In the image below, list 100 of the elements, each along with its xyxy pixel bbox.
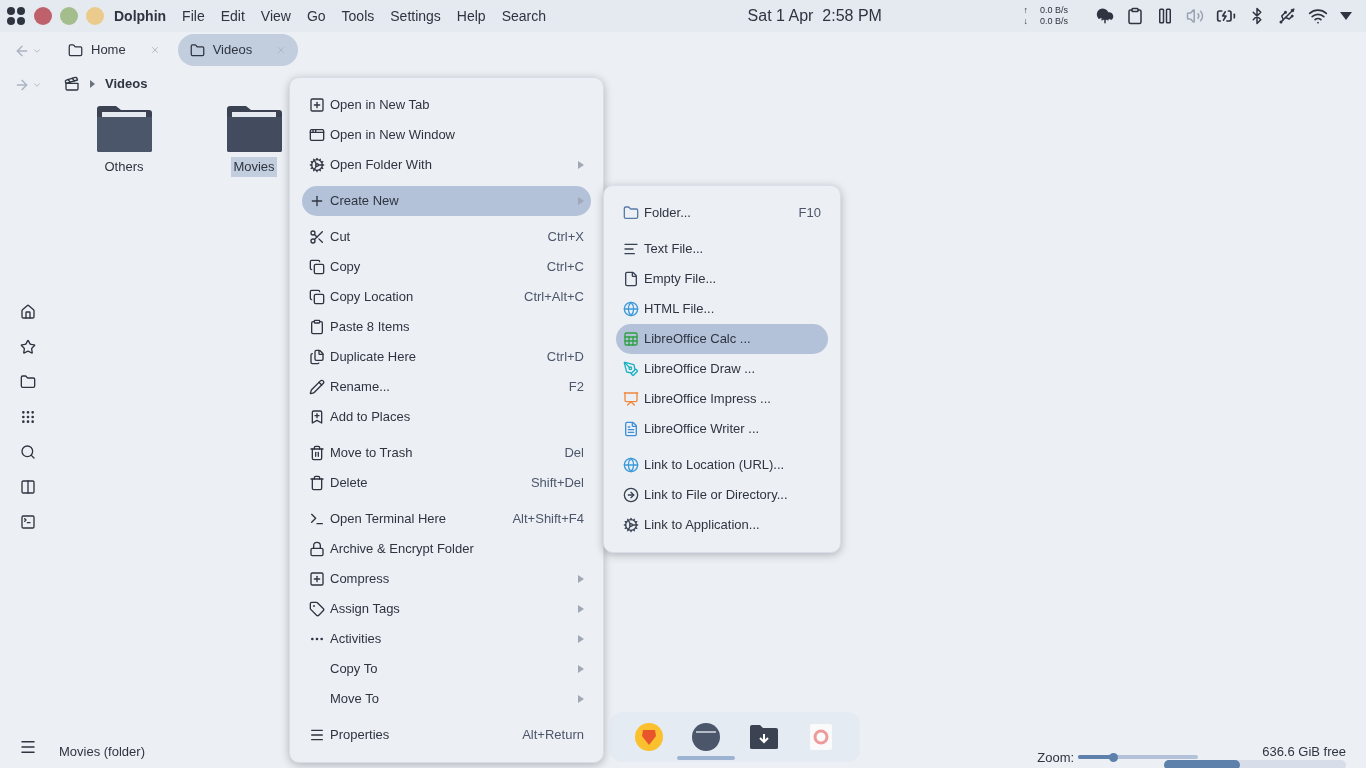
folder-icon [189, 42, 205, 58]
tab[interactable]: Home [56, 34, 172, 66]
menu-bar-item[interactable]: Tools [341, 5, 375, 27]
lines-icon [309, 727, 325, 743]
star-icon[interactable] [20, 339, 36, 355]
bookmark-plus-icon [309, 409, 325, 425]
menu-item[interactable]: Duplicate Here Ctrl+D [302, 342, 591, 372]
back-icon [14, 43, 30, 59]
breadcrumb-item[interactable]: Videos [105, 74, 148, 94]
menu-item[interactable]: Link to Location (URL)... [616, 450, 828, 480]
menu-item[interactable]: Activities [302, 624, 591, 654]
close-window-button[interactable] [34, 7, 52, 25]
net-rate: 0.0 B/s [1040, 5, 1068, 16]
menu-item[interactable]: Copy Ctrl+C [302, 252, 591, 282]
forward-icon [14, 77, 30, 93]
menu-bar-item[interactable]: File [182, 5, 205, 27]
menu-item-label: Text File... [644, 240, 704, 259]
menu-item[interactable]: Move To [302, 684, 591, 714]
menu-item[interactable]: LibreOffice Draw ... [616, 354, 828, 384]
menu-bar-item[interactable]: View [260, 5, 291, 27]
menu-item[interactable]: Open in New Tab [302, 90, 591, 120]
menu-item[interactable]: Create New [302, 186, 591, 216]
free-space-label: 636.6 GiB free [1262, 742, 1346, 761]
menu-item[interactable]: Link to File or Directory... [616, 480, 828, 510]
menu-item-label: Delete [330, 474, 368, 493]
terminal-icon[interactable] [20, 514, 36, 530]
dropdown-icon[interactable] [1340, 12, 1352, 20]
folder-item[interactable]: Movies [214, 105, 294, 177]
trash-icon [309, 475, 325, 491]
plus-icon [309, 193, 325, 209]
menu-item[interactable]: Link to Application... [616, 510, 828, 540]
menu-item-label: Cut [330, 228, 351, 247]
menu-item[interactable]: Copy Location Ctrl+Alt+C [302, 282, 591, 312]
menu-item-label: LibreOffice Draw ... [644, 360, 756, 379]
menu-item-label: Empty File... [644, 270, 717, 289]
net-arrow: ↑ [1023, 5, 1028, 16]
menu-item[interactable]: Archive & Encrypt Folder [302, 534, 591, 564]
menu-item-label: Create New [330, 192, 399, 211]
shortcut-label: Ctrl+Alt+C [524, 288, 584, 307]
folder-icon [68, 42, 83, 58]
menu-item-label: Assign Tags [330, 600, 400, 619]
menu-item-label: Open Terminal Here [330, 510, 447, 529]
wifi-icon [1308, 6, 1328, 26]
menu-item[interactable]: Add to Places [302, 402, 591, 432]
menu-item-label: Open in New Window [330, 126, 455, 145]
home-icon[interactable] [20, 304, 36, 320]
menu-item[interactable]: Delete Shift+Del [302, 468, 591, 498]
terminal-icon [309, 511, 325, 527]
menu-item[interactable]: Folder... F10 [616, 198, 828, 228]
zoom-slider[interactable] [1078, 752, 1199, 763]
menu-bar-item[interactable]: Search [501, 5, 546, 27]
menu-item[interactable]: Paste 8 Items [302, 312, 591, 342]
menu-item[interactable]: Empty File... [616, 264, 828, 294]
menu-bar-item[interactable]: Settings [390, 5, 441, 27]
menu-item-label: Move To [330, 690, 379, 709]
menu-item[interactable]: Open Terminal Here Alt+Shift+F4 [302, 504, 591, 534]
app-grid-icon[interactable] [6, 6, 26, 26]
menu-item-label: Move to Trash [330, 444, 413, 463]
shortcut-label: Alt+Shift+F4 [512, 510, 584, 529]
menu-item[interactable]: LibreOffice Calc ... [616, 324, 828, 354]
menu-item-label: Properties [330, 726, 390, 745]
shortcut-label: F2 [568, 378, 584, 397]
folder-icon[interactable] [20, 374, 36, 390]
menu-item[interactable]: Properties Alt+Return [302, 720, 591, 750]
menu-item[interactable]: Move to Trash Del [302, 438, 591, 468]
menu-item[interactable]: Open Folder With [302, 150, 591, 180]
shortcut-label: Ctrl+D [546, 348, 584, 367]
menu-icon [19, 738, 37, 756]
menu-item[interactable]: Cut Ctrl+X [302, 222, 591, 252]
tab[interactable]: Videos [177, 34, 299, 66]
volume-icon [1186, 7, 1204, 25]
app-name: Dolphin [114, 6, 167, 26]
clipboard-icon [309, 319, 325, 335]
menu-item[interactable]: HTML File... [616, 294, 828, 324]
menu-item-label: LibreOffice Writer ... [644, 420, 760, 439]
duplicate-icon [309, 349, 325, 365]
status-text: Movies (folder) [59, 742, 145, 761]
split-view-icon[interactable] [20, 479, 36, 495]
folder-item[interactable]: Others [84, 105, 164, 177]
menu-item-label: Compress [330, 570, 390, 589]
menu-bar-item[interactable]: Edit [220, 5, 245, 27]
menu-item[interactable]: Open in New Window [302, 120, 591, 150]
folder-icon [94, 105, 154, 153]
menu-item[interactable]: Text File... [616, 234, 828, 264]
menu-item[interactable]: Rename... F2 [302, 372, 591, 402]
menu-bar-item[interactable]: Go [306, 5, 326, 27]
menu-item-label: LibreOffice Impress ... [644, 390, 771, 409]
menu-item-label: Folder... [644, 204, 691, 223]
menu-item[interactable]: LibreOffice Impress ... [616, 384, 828, 414]
menu-item[interactable]: Copy To [302, 654, 591, 684]
menu-item[interactable]: Assign Tags [302, 594, 591, 624]
menu-item[interactable]: Compress [302, 564, 591, 594]
grid-icon[interactable] [20, 409, 36, 425]
menu-item-label: Open in New Tab [330, 96, 430, 115]
search-icon[interactable] [20, 444, 36, 460]
draw-icon [623, 361, 639, 377]
menu-bar-item[interactable]: Help [456, 5, 486, 27]
menu-item[interactable]: LibreOffice Writer ... [616, 414, 828, 444]
cloud-icon [1096, 7, 1114, 25]
shortcut-label: Ctrl+C [546, 258, 584, 277]
